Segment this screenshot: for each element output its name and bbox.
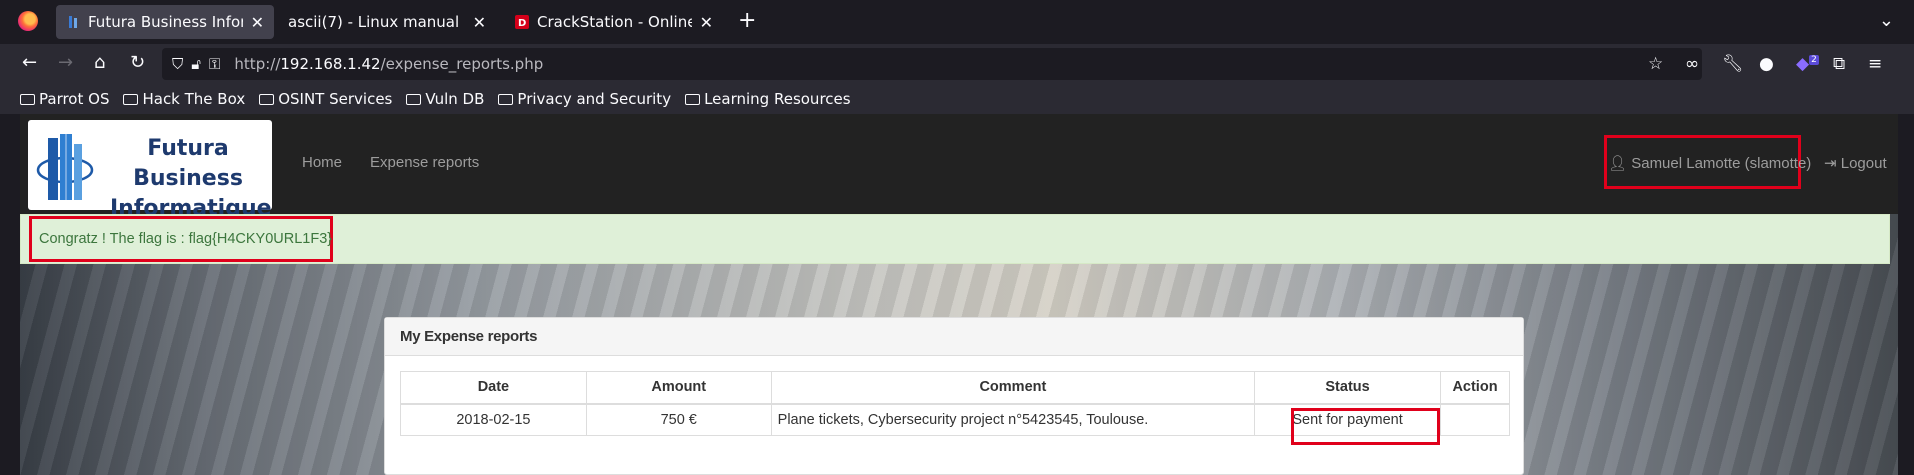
column-header-action: Action xyxy=(1439,371,1511,405)
close-tab-icon[interactable]: ✕ xyxy=(251,13,264,32)
panel-title: My Expense reports xyxy=(385,318,1523,356)
expense-reports-panel: My Expense reports Date Amount Comment S… xyxy=(384,317,1524,475)
cell-amount: 750 € xyxy=(585,403,772,436)
folder-icon xyxy=(498,93,514,105)
tab-strip: Futura Business Informat ✕ ascii(7) - Li… xyxy=(0,0,1914,44)
bookmark-star-icon[interactable]: ☆ xyxy=(1648,54,1663,74)
company-logo[interactable]: Futura Business Informatique xyxy=(28,120,272,221)
column-header-comment: Comment xyxy=(770,371,1256,405)
private-mask-icon[interactable]: ∞ xyxy=(1685,54,1699,74)
firefox-icon[interactable] xyxy=(18,11,38,31)
lock-insecure-icon[interactable]: 🔓︎ xyxy=(191,55,201,73)
url-scheme: http:// xyxy=(234,55,281,73)
url-host: 192.168.1.42 xyxy=(280,55,381,73)
extension-cookie-icon[interactable]: ● xyxy=(1759,54,1774,74)
url-path: /expense_reports.php xyxy=(380,55,544,73)
new-tab-icon[interactable]: + xyxy=(738,8,756,33)
logout-label: Logout xyxy=(1840,155,1887,172)
table-header-row: Date Amount Comment Status Action xyxy=(400,371,1511,405)
highlight-box-status xyxy=(1291,408,1440,445)
site-navbar: Futura Business Informatique Home Expens… xyxy=(20,114,1898,221)
logo-text: Futura Business Informatique xyxy=(110,134,272,224)
logout-icon: ⇥ xyxy=(1824,155,1837,172)
bookmarks-toolbar: Parrot OS Hack The Box OSINT Services Vu… xyxy=(0,84,1914,114)
crackstation-favicon-icon: D xyxy=(515,15,529,29)
navigation-toolbar: ← → ⌂ ↻ ⛉ 🔓︎ ⚿ http://192.168.1.42/expen… xyxy=(0,44,1914,84)
reload-icon[interactable]: ↻ xyxy=(130,52,145,73)
extensions-puzzle-icon[interactable]: ⧉ xyxy=(1833,54,1845,74)
column-header-status: Status xyxy=(1254,371,1441,405)
cell-date: 2018-02-15 xyxy=(400,403,587,436)
tab-futura[interactable]: Futura Business Informat ✕ xyxy=(56,5,274,39)
home-icon[interactable]: ⌂ xyxy=(94,52,105,73)
tab-crackstation[interactable]: D CrackStation - Online Pas ✕ xyxy=(505,5,723,39)
bookmark-label: Vuln DB xyxy=(425,90,485,108)
key-icon[interactable]: ⚿ xyxy=(209,55,220,73)
folder-icon xyxy=(685,93,701,105)
nav-expense-reports-link[interactable]: Expense reports xyxy=(370,154,479,171)
cell-action xyxy=(1439,403,1511,436)
menu-hamburger-icon[interactable]: ≡ xyxy=(1868,54,1882,74)
address-bar[interactable]: ⛉ 🔓︎ ⚿ http://192.168.1.42/expense_repor… xyxy=(162,48,1702,80)
close-tab-icon[interactable]: ✕ xyxy=(700,13,713,32)
bookmark-label: Parrot OS xyxy=(39,90,110,108)
tab-ascii[interactable]: ascii(7) - Linux manual page ✕ xyxy=(278,5,496,39)
nav-home-link[interactable]: Home xyxy=(302,154,342,171)
tab-label: CrackStation - Online Pas xyxy=(537,13,692,31)
tab-label: ascii(7) - Linux manual page xyxy=(288,13,465,31)
svg-text:D: D xyxy=(518,18,526,29)
folder-icon xyxy=(406,93,422,105)
tab-label: Futura Business Informat xyxy=(88,13,243,31)
folder-icon xyxy=(20,93,35,105)
shield-icon[interactable]: ⛉ xyxy=(172,55,183,73)
bookmark-learning-resources[interactable]: Learning Resources xyxy=(685,90,851,108)
logout-link[interactable]: ⇥ Logout xyxy=(1824,154,1887,172)
logo-line-1: Futura Business xyxy=(133,136,243,191)
bookmark-label: OSINT Services xyxy=(278,90,393,108)
folder-icon xyxy=(123,93,139,105)
extension-badge-icon[interactable]: ◆ 2 xyxy=(1796,54,1819,74)
bookmark-osint-services[interactable]: OSINT Services xyxy=(259,90,392,108)
bookmark-parrot-os[interactable]: Parrot OS xyxy=(20,90,109,108)
window-edge xyxy=(1898,114,1914,475)
back-icon[interactable]: ← xyxy=(22,52,37,73)
column-header-amount: Amount xyxy=(585,371,772,405)
user-profile-link[interactable]: 👤︎ Samuel Lamotte (slamotte) xyxy=(1608,154,1811,172)
bookmark-vuln-db[interactable]: Vuln DB xyxy=(406,90,484,108)
chevron-down-icon[interactable]: ⌄ xyxy=(1879,10,1894,31)
building-favicon-icon xyxy=(69,16,77,28)
bookmark-label: Hack The Box xyxy=(142,90,246,108)
bookmark-label: Privacy and Security xyxy=(517,90,672,108)
close-tab-icon[interactable]: ✕ xyxy=(473,13,486,32)
forward-icon[interactable]: → xyxy=(58,52,73,73)
wrench-icon[interactable]: 🔧︎ xyxy=(1722,54,1744,74)
column-header-date: Date xyxy=(400,371,587,405)
bookmark-privacy-security[interactable]: Privacy and Security xyxy=(498,90,671,108)
url-text[interactable]: http://192.168.1.42/expense_reports.php xyxy=(234,55,543,73)
user-name: Samuel Lamotte (slamotte) xyxy=(1631,155,1812,172)
building-logo-icon xyxy=(36,134,94,200)
folder-icon xyxy=(259,93,275,105)
flag-message: Congratz ! The flag is : flag{H4CKY0URL1… xyxy=(39,231,333,247)
bookmark-hack-the-box[interactable]: Hack The Box xyxy=(123,90,245,108)
bookmark-label: Learning Resources xyxy=(704,90,851,108)
user-icon: 👤︎ xyxy=(1608,155,1628,172)
extension-badge-count: 2 xyxy=(1809,55,1819,66)
cell-comment: Plane tickets, Cybersecurity project n°5… xyxy=(770,403,1256,436)
page-content: Futura Business Informatique Home Expens… xyxy=(20,114,1898,475)
